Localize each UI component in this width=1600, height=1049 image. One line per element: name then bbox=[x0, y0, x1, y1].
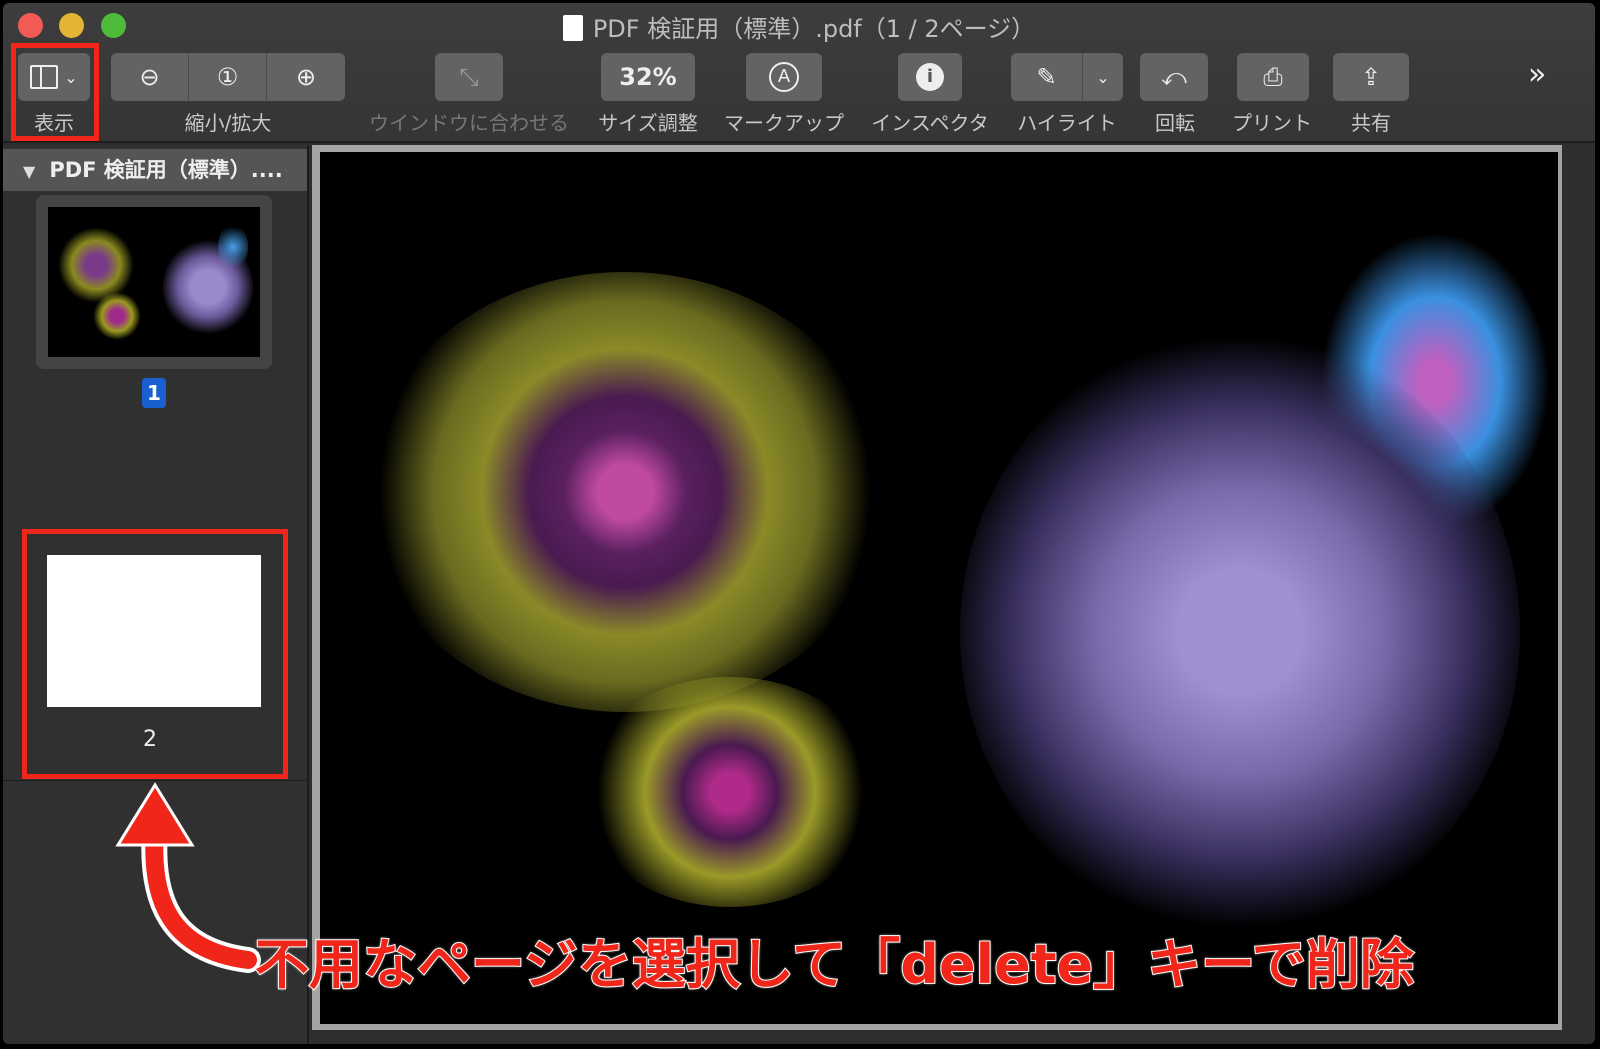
annotation-text: 不用なページを選択して「delete」キーで削除 bbox=[254, 932, 1415, 997]
annotation-arrow bbox=[115, 782, 261, 973]
